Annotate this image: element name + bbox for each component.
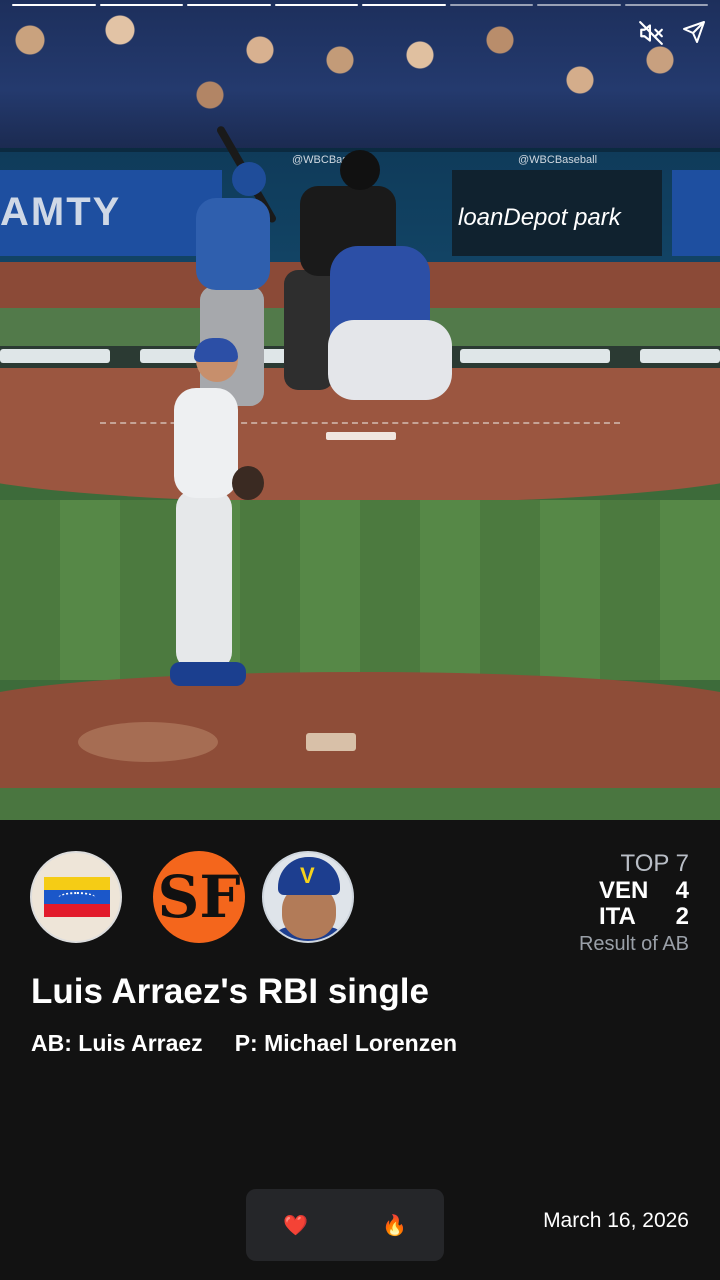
story-progress-bar — [12, 4, 708, 6]
pitcher-shoes — [170, 662, 246, 686]
player-headshot: V — [262, 851, 354, 943]
inning: TOP 7 — [620, 850, 689, 877]
pitcher-legs — [176, 490, 232, 670]
progress-segment — [12, 4, 96, 6]
progress-segment — [624, 4, 708, 6]
team-abbr: ITA — [599, 903, 636, 930]
wall-ad-right-text: loanDepot park — [458, 204, 621, 231]
progress-segment — [449, 4, 533, 6]
video-player[interactable]: AMTY loanDepot park @WBCBaseball @WBCBas… — [0, 0, 720, 820]
wall-ad-far — [672, 170, 720, 256]
umpire-legs — [284, 270, 334, 390]
scoreboard: TOP 7 VEN 4 ITA 2 Result of AB — [579, 850, 689, 958]
team-score-row: VEN 4 — [579, 878, 689, 904]
venezuela-flag-icon — [30, 851, 122, 943]
share-icon[interactable] — [682, 20, 706, 46]
pitcher-glove — [232, 466, 264, 500]
wall-tag: @WBCBaseball — [518, 154, 598, 166]
progress-segment — [362, 4, 446, 6]
video-controls — [638, 20, 706, 46]
team-score: 4 — [675, 877, 689, 904]
team-abbr: VEN — [599, 877, 649, 904]
wall-ad-right: loanDepot park — [452, 170, 662, 256]
wall-ad-left-text: AMTY — [0, 190, 122, 234]
play-headline: Luis Arraez's RBI single — [31, 972, 429, 1011]
umpire-mask — [340, 150, 380, 190]
matchup: AB: Luis Arraez P: Michael Lorenzen — [31, 1030, 457, 1057]
team-score-row: ITA 2 — [579, 904, 689, 930]
play-date: March 16, 2026 — [543, 1209, 689, 1232]
wall-ad-left: AMTY — [0, 170, 222, 256]
crowd-stands — [0, 0, 720, 150]
pitcher-label: P: Michael Lorenzen — [234, 1030, 458, 1056]
result-label: Result of AB — [578, 933, 689, 955]
play-info-panel: SF V TOP 7 VEN 4 ITA 2 Result of AB Luis… — [0, 820, 720, 1280]
pitcher — [174, 388, 238, 498]
batter — [196, 198, 270, 290]
infield-grass — [0, 500, 720, 680]
batter-helmet — [232, 162, 266, 196]
mute-icon[interactable] — [638, 20, 664, 46]
progress-segment — [99, 4, 183, 6]
progress-segment — [187, 4, 271, 6]
catcher-legs — [328, 320, 452, 400]
fire-reaction-button[interactable]: 🔥 — [368, 1207, 421, 1243]
sf-giants-logo-icon: SF — [153, 851, 245, 943]
reaction-bar: ❤️ 🔥 — [246, 1189, 444, 1261]
pitching-rubber — [306, 733, 356, 751]
pitcher-cap — [194, 338, 238, 362]
progress-segment — [537, 4, 621, 6]
heart-reaction-button[interactable]: ❤️ — [269, 1207, 322, 1243]
mound-logo — [78, 722, 218, 762]
grass-foreground — [0, 788, 720, 820]
sf-logo-text: SF — [157, 863, 241, 931]
home-plate — [326, 432, 396, 440]
team-score: 2 — [675, 903, 689, 930]
progress-segment — [274, 4, 358, 6]
cap-letter: V — [300, 863, 315, 888]
at-bat-label: AB: Luis Arraez — [31, 1030, 203, 1056]
